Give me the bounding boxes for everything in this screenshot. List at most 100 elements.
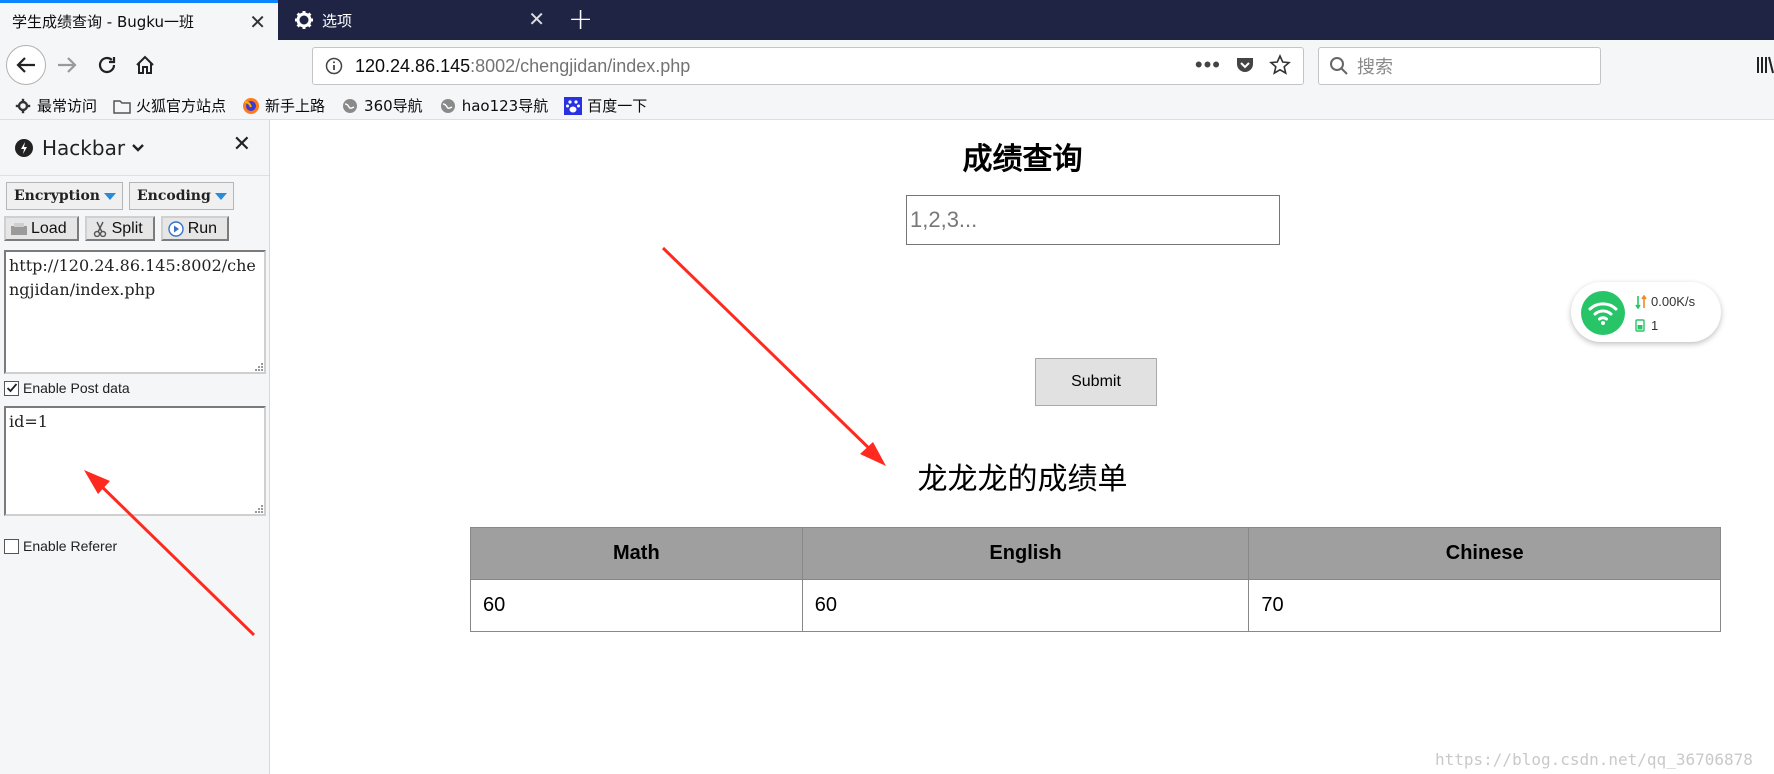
updown-arrows-icon bbox=[1635, 294, 1647, 309]
close-tab-icon[interactable]: ✕ bbox=[528, 9, 545, 29]
menu-row: Encryption Encoding bbox=[6, 182, 234, 210]
gear-icon bbox=[14, 97, 32, 115]
bookmark-star-icon[interactable] bbox=[1269, 54, 1291, 76]
search-input[interactable]: 搜索 bbox=[1318, 47, 1601, 85]
forward-arrow-icon bbox=[58, 57, 77, 73]
back-arrow-icon bbox=[16, 57, 35, 73]
navigation-toolbar: 120.24.86.145:8002/chengjidan/index.php … bbox=[0, 40, 1774, 92]
gear-icon bbox=[295, 11, 313, 29]
home-button[interactable] bbox=[130, 50, 160, 80]
phone-icon bbox=[1635, 319, 1645, 332]
run-label: Run bbox=[187, 219, 218, 237]
submit-button[interactable]: Submit bbox=[1035, 358, 1157, 406]
column-header-math: Math bbox=[470, 527, 803, 580]
execute-button[interactable]: Run bbox=[160, 216, 230, 241]
bookmark-firefox-site[interactable]: 火狐官方站点 bbox=[113, 95, 226, 116]
checkbox-checked-icon[interactable] bbox=[4, 380, 19, 396]
bookmark-hao123[interactable]: hao123导航 bbox=[439, 95, 549, 116]
encryption-menu[interactable]: Encryption bbox=[6, 182, 123, 210]
enable-post-label: Enable Post data bbox=[23, 380, 130, 396]
info-icon[interactable] bbox=[325, 57, 343, 75]
globe-icon bbox=[439, 97, 457, 115]
sidebar-title[interactable]: Hackbar bbox=[42, 136, 125, 160]
back-button[interactable] bbox=[6, 45, 46, 85]
load-label: Load bbox=[31, 219, 67, 237]
new-tab-button[interactable]: + bbox=[568, 3, 593, 37]
load-url-button[interactable]: Load bbox=[4, 216, 79, 241]
hackbar-logo-icon bbox=[15, 138, 33, 157]
table-row: 60 60 70 bbox=[470, 579, 1721, 632]
cell-english: 60 bbox=[801, 579, 1250, 632]
checkbox-unchecked-icon[interactable] bbox=[4, 538, 19, 554]
watermark: https://blog.csdn.net/qq_36706878 bbox=[1435, 750, 1753, 769]
tab-options[interactable]: 选项 ✕ bbox=[280, 0, 557, 40]
network-speed-widget[interactable]: 0.00K/s 1 bbox=[1571, 282, 1721, 342]
sidebar-header: Hackbar ✕ bbox=[0, 120, 269, 176]
library-icon[interactable] bbox=[1756, 55, 1774, 75]
forward-button[interactable] bbox=[52, 50, 82, 80]
table-header-row: Math English Chinese bbox=[470, 527, 1721, 580]
enable-referer-checkbox[interactable]: Enable Referer bbox=[4, 538, 117, 554]
resize-grip-icon[interactable] bbox=[254, 504, 264, 514]
tab-title: 选项 bbox=[322, 11, 353, 30]
reload-button[interactable] bbox=[92, 50, 122, 80]
enable-referer-label: Enable Referer bbox=[23, 538, 118, 554]
url-path: :8002/chengjidan/index.php bbox=[470, 55, 691, 76]
firefox-icon bbox=[242, 97, 260, 115]
search-placeholder: 搜索 bbox=[1357, 57, 1393, 78]
bookmark-label: 新手上路 bbox=[265, 97, 326, 115]
column-header-english: English bbox=[801, 527, 1250, 580]
bookmark-label: hao123导航 bbox=[461, 97, 549, 115]
url-bar[interactable]: 120.24.86.145:8002/chengjidan/index.php … bbox=[312, 47, 1304, 85]
enable-post-checkbox[interactable]: Enable Post data bbox=[4, 380, 130, 396]
load-icon bbox=[10, 221, 28, 237]
cell-chinese: 70 bbox=[1248, 579, 1721, 632]
chevron-down-icon[interactable] bbox=[131, 143, 145, 153]
close-sidebar-icon[interactable]: ✕ bbox=[233, 134, 251, 156]
search-icon bbox=[1330, 57, 1348, 75]
page-title: 成绩查询 bbox=[962, 142, 1083, 177]
encryption-label: Encryption bbox=[14, 188, 100, 204]
run-icon bbox=[167, 220, 185, 237]
wifi-icon bbox=[1581, 291, 1625, 335]
close-tab-icon[interactable]: ✕ bbox=[249, 12, 266, 32]
count-value: 1 bbox=[1651, 318, 1659, 333]
bookmark-getting-started[interactable]: 新手上路 bbox=[242, 95, 325, 116]
encoding-label: Encoding bbox=[136, 188, 211, 204]
post-data-textarea[interactable]: id=1 bbox=[4, 406, 266, 516]
bookmark-most-visited[interactable]: 最常访问 bbox=[14, 95, 97, 116]
encoding-menu[interactable]: Encoding bbox=[128, 182, 234, 210]
column-header-chinese: Chinese bbox=[1248, 527, 1721, 580]
bookmark-baidu[interactable]: 百度一下 bbox=[564, 95, 647, 116]
home-icon bbox=[136, 55, 154, 74]
cell-math: 60 bbox=[470, 579, 803, 632]
reload-icon bbox=[98, 56, 116, 74]
bookmark-label: 火狐官方站点 bbox=[136, 97, 227, 115]
page-actions-icon[interactable]: ••• bbox=[1195, 54, 1221, 76]
bookmark-label: 百度一下 bbox=[587, 97, 648, 115]
tab-strip: 学生成绩查询 - Bugku一班 ✕ 选项 ✕ + bbox=[0, 0, 1774, 40]
tab-grade-query[interactable]: 学生成绩查询 - Bugku一班 ✕ bbox=[0, 0, 278, 40]
url-textarea[interactable]: http://120.24.86.145:8002/chengjidan/ind… bbox=[4, 250, 266, 374]
device-count: 1 bbox=[1635, 318, 1658, 333]
bookmark-360[interactable]: 360导航 bbox=[341, 95, 423, 116]
report-title: 龙龙龙的成绩单 bbox=[917, 462, 1128, 497]
network-speed: 0.00K/s bbox=[1635, 294, 1695, 309]
globe-icon bbox=[341, 97, 359, 115]
bookmarks-toolbar: 最常访问 火狐官方站点 新手上路 360导航 hao123导航 百度一下 bbox=[0, 92, 1774, 120]
dropdown-triangle-icon bbox=[103, 192, 116, 200]
pocket-icon[interactable] bbox=[1235, 55, 1255, 75]
resize-grip-icon[interactable] bbox=[254, 362, 264, 372]
tab-title: 学生成绩查询 - Bugku一班 bbox=[12, 13, 195, 31]
split-url-button[interactable]: Split bbox=[84, 216, 155, 241]
bookmark-label: 360导航 bbox=[364, 97, 423, 115]
page-content: 成绩查询 Submit 龙龙龙的成绩单 Math English Chinese… bbox=[271, 120, 1774, 774]
speed-value: 0.00K/s bbox=[1651, 294, 1696, 309]
url-host: 120.24.86.145 bbox=[355, 55, 471, 76]
baidu-paw-icon bbox=[564, 96, 583, 115]
student-id-input[interactable] bbox=[906, 195, 1280, 245]
folder-icon bbox=[113, 97, 131, 115]
action-row: Load Split Run bbox=[4, 216, 230, 241]
scissors-icon bbox=[91, 221, 109, 237]
split-label: Split bbox=[111, 219, 143, 237]
